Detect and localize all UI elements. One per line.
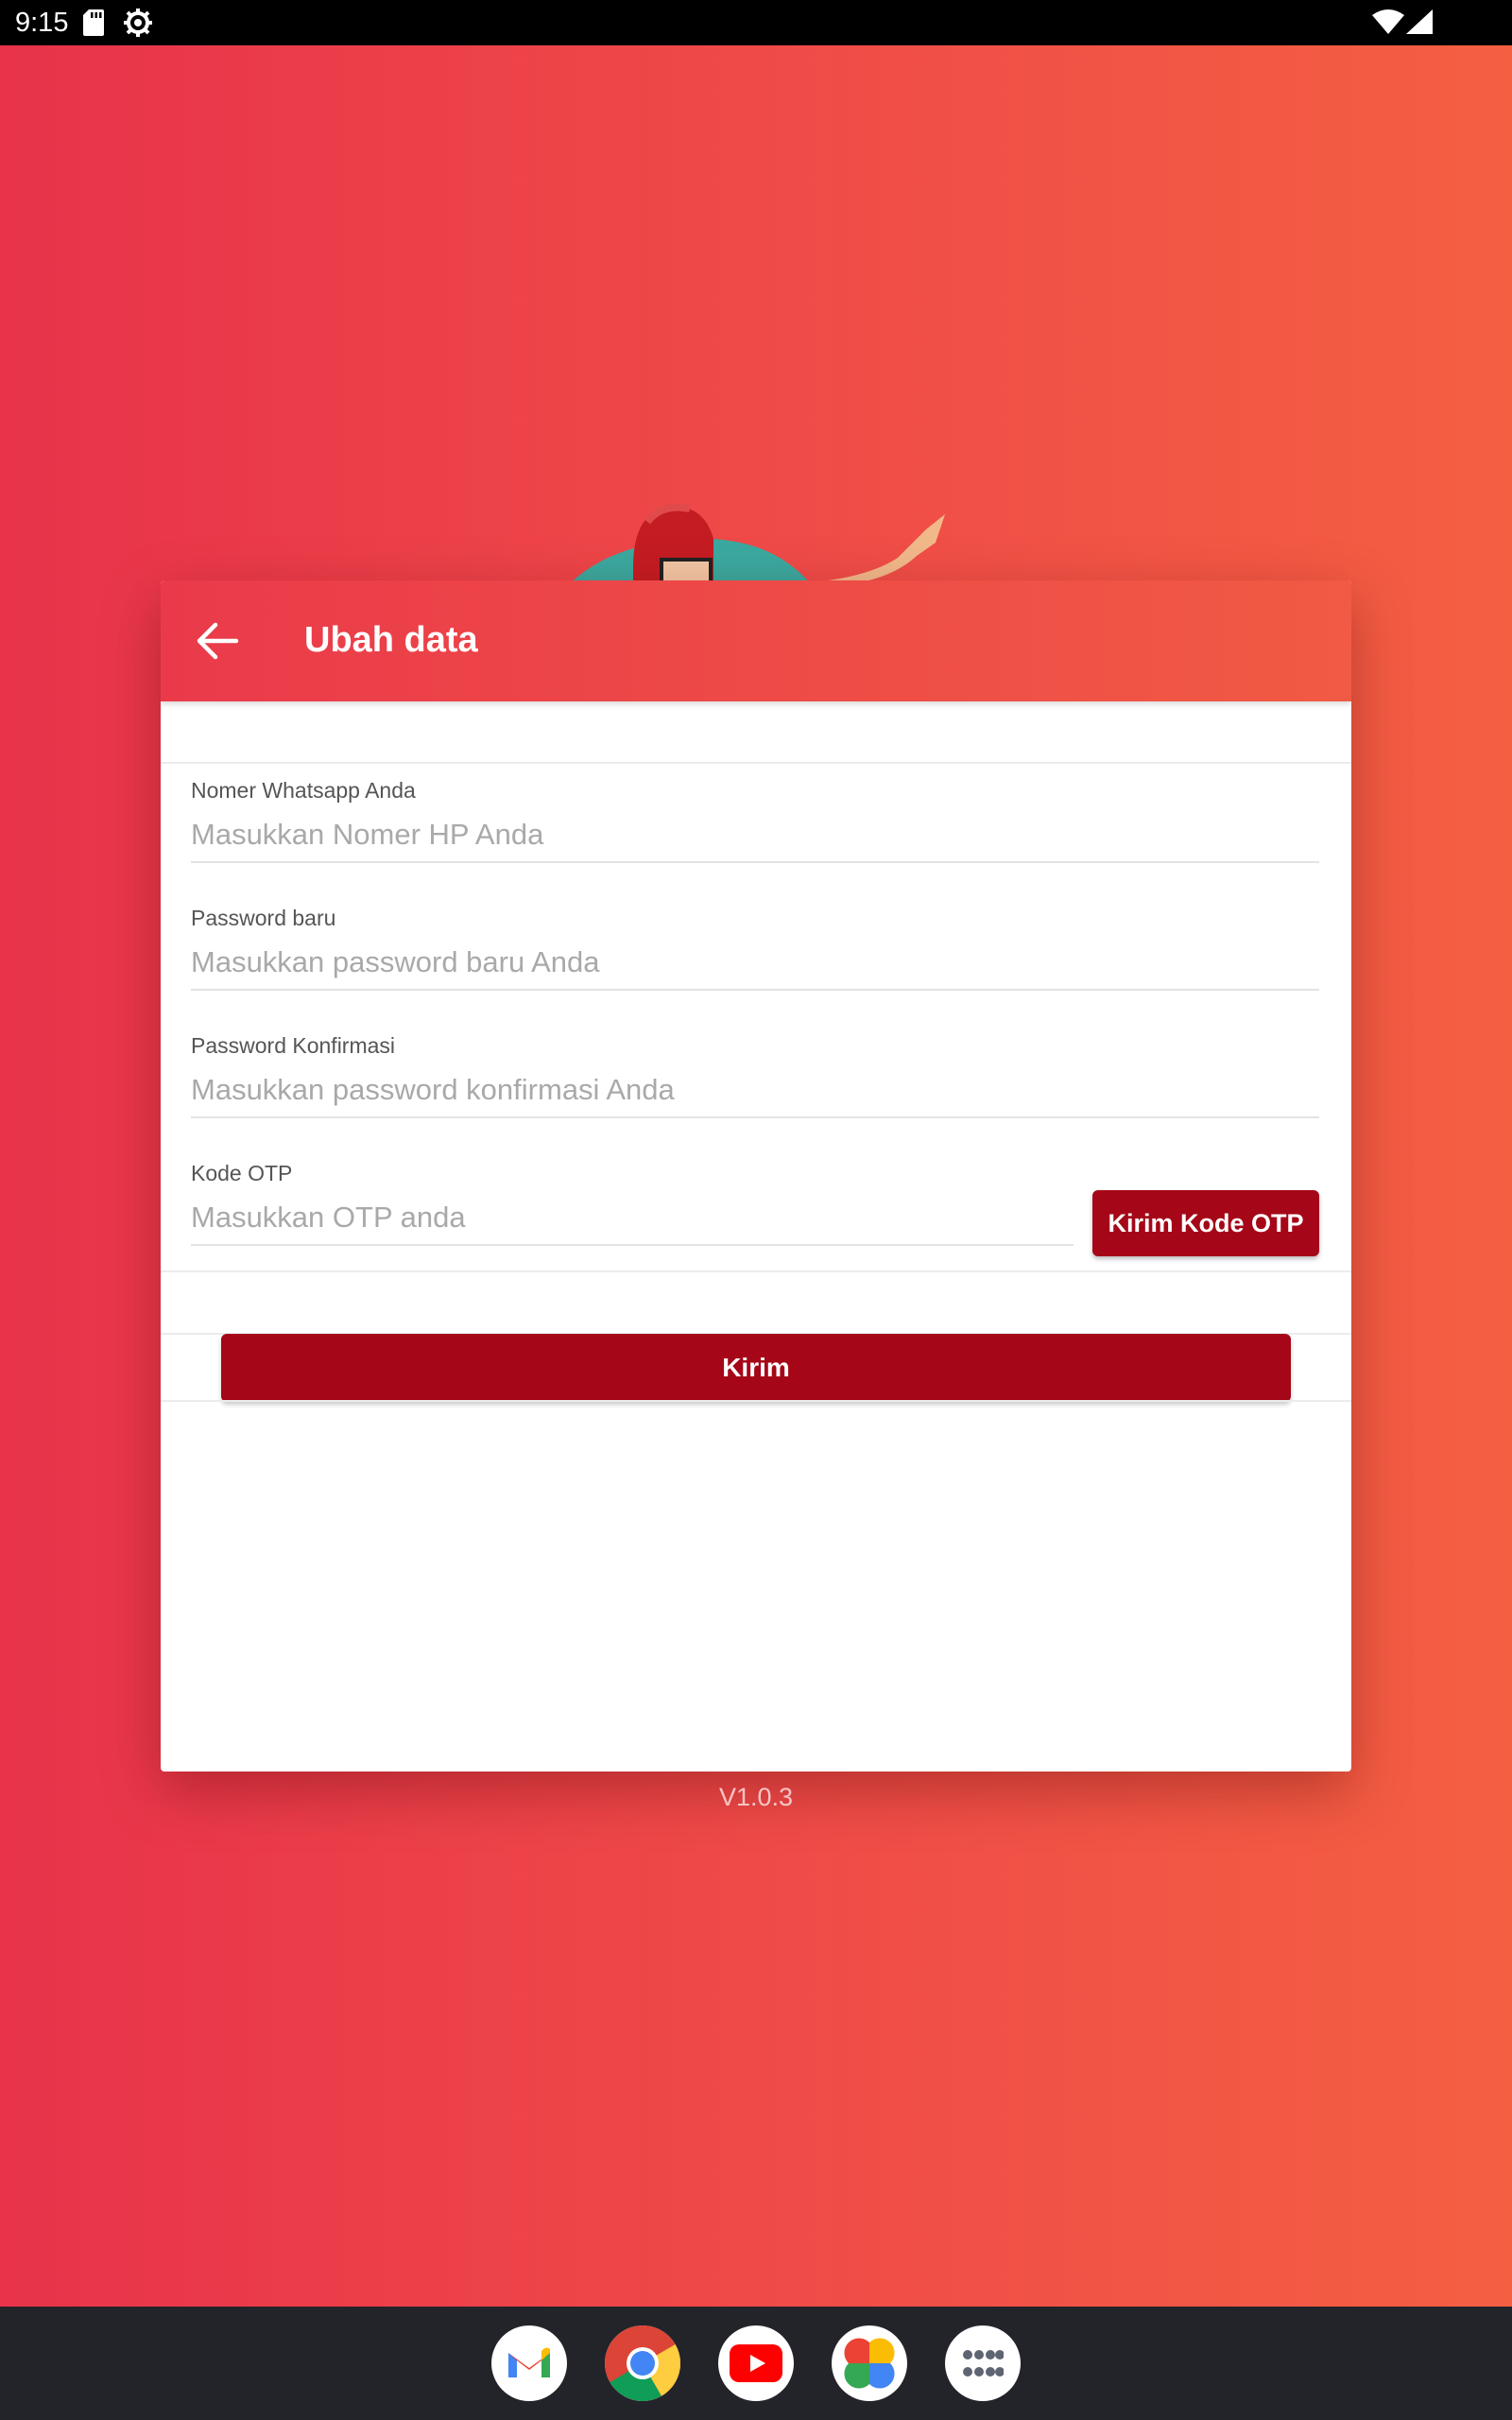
divider [161,1270,1351,1272]
dialog-title: Ubah data [304,620,478,660]
whatsapp-number-input[interactable] [191,808,1319,863]
status-bar: 9:15 [0,0,1512,45]
edit-data-dialog: Ubah data Nomer Whatsapp Anda Password b… [161,580,1351,1772]
confirm-password-label: Password Konfirmasi [191,1033,396,1058]
app-drawer-icon[interactable] [945,2325,1021,2401]
confirm-password-input[interactable] [191,1063,1319,1118]
wifi-icon [1372,9,1404,39]
dialog-header: Ubah data [161,580,1351,701]
confirm-password-field: Password Konfirmasi [191,1033,1319,1120]
send-otp-button[interactable]: Kirim Kode OTP [1092,1190,1319,1256]
status-time: 9:15 [15,8,69,38]
whatsapp-number-label: Nomer Whatsapp Anda [191,778,416,803]
submit-button[interactable]: Kirim [221,1334,1291,1402]
sd-card-icon [83,9,104,41]
divider [161,1400,1351,1402]
new-password-field: Password baru [191,906,1319,993]
gmail-icon[interactable] [491,2325,567,2401]
whatsapp-number-field: Nomer Whatsapp Anda [191,778,1319,865]
otp-field-wrapper: Kode OTP [191,1161,1074,1248]
new-password-input[interactable] [191,936,1319,991]
otp-code-input[interactable] [191,1191,1074,1246]
photos-icon[interactable] [832,2325,907,2401]
divider [161,762,1351,764]
cell-signal-icon [1406,9,1433,39]
youtube-icon[interactable] [718,2325,794,2401]
otp-code-label: Kode OTP [191,1161,293,1185]
mascot-illustration [567,503,945,586]
chrome-icon[interactable] [605,2325,680,2401]
settings-gear-icon [123,8,153,43]
back-arrow-icon[interactable] [189,613,246,669]
app-version: V1.0.3 [718,1783,794,1811]
app-dock [0,2307,1512,2420]
new-password-label: Password baru [191,906,336,930]
